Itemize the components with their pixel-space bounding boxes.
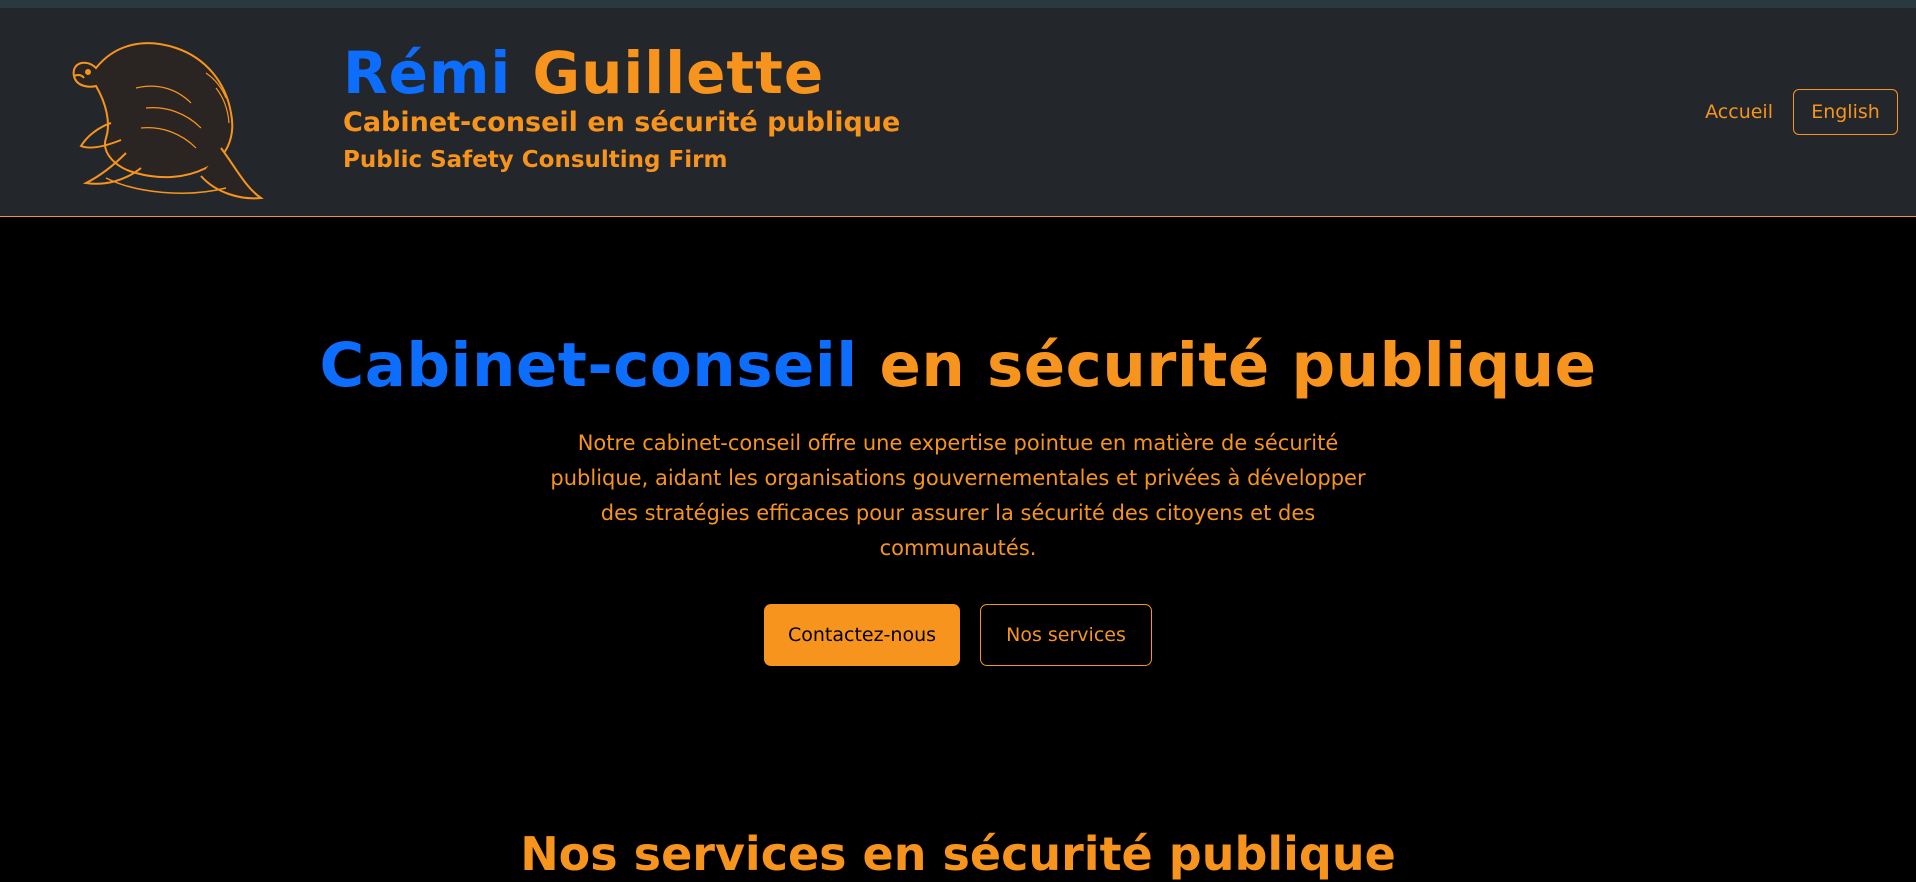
hero-title-rest: en sécurité publique xyxy=(857,330,1597,401)
hero-description: Notre cabinet-conseil offre une expertis… xyxy=(550,431,1366,560)
hero-section: Cabinet-conseil en sécurité publique Not… xyxy=(0,218,1916,666)
services-button[interactable]: Nos services xyxy=(980,604,1152,666)
main-nav: Accueil English xyxy=(1705,89,1898,135)
brand-first-name: Rémi xyxy=(343,39,512,107)
hero-title: Cabinet-conseil en sécurité publique xyxy=(0,330,1916,402)
brand-block: Rémi Guillette Cabinet-conseil en sécuri… xyxy=(343,38,900,176)
subtitle-english: Public Safety Consulting Firm xyxy=(343,147,728,173)
services-section-title: Nos services en sécurité publique xyxy=(520,827,1396,881)
nav-home-link[interactable]: Accueil xyxy=(1705,101,1773,123)
site-title[interactable]: Rémi Guillette xyxy=(343,38,900,108)
brand-last-name: Guillette xyxy=(532,39,825,107)
hero-actions: Contactez-nous Nos services xyxy=(0,604,1916,666)
language-toggle-button[interactable]: English xyxy=(1793,89,1898,135)
beaver-icon[interactable] xyxy=(66,28,266,208)
hero-title-highlight: Cabinet-conseil xyxy=(319,330,858,401)
subtitle-french: Cabinet-conseil en sécurité publique xyxy=(343,107,901,138)
site-header: Rémi Guillette Cabinet-conseil en sécuri… xyxy=(0,8,1916,217)
top-accent-bar xyxy=(0,0,1916,8)
contact-button[interactable]: Contactez-nous xyxy=(764,604,960,666)
